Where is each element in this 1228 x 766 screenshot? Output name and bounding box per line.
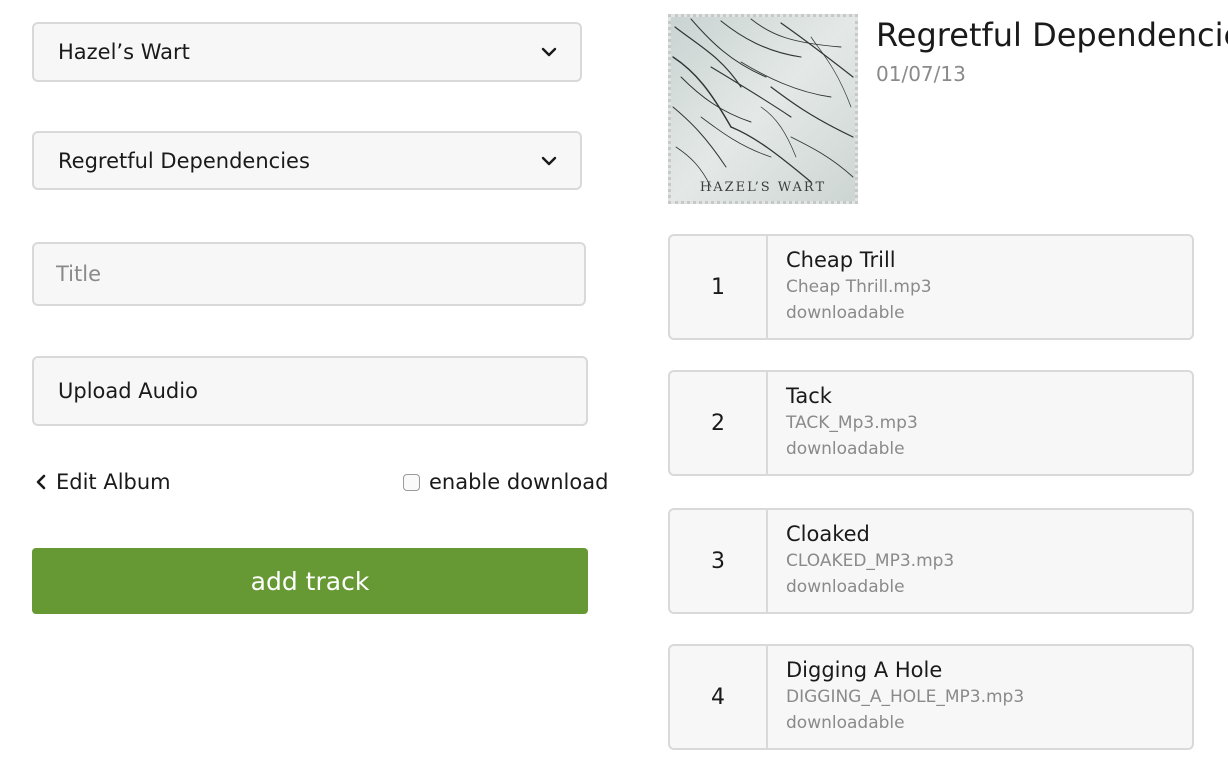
track-info: Tack TACK_Mp3.mp3 downloadable — [768, 372, 918, 474]
track-filename: CLOAKED_MP3.mp3 — [786, 551, 955, 571]
track-filename: TACK_Mp3.mp3 — [786, 413, 918, 433]
track-row[interactable]: 4 Digging A Hole DIGGING_A_HOLE_MP3.mp3 … — [668, 644, 1194, 750]
track-row[interactable]: 1 Cheap Trill Cheap Thrill.mp3 downloada… — [668, 234, 1194, 340]
album-date: 01/07/13 — [876, 62, 966, 86]
track-title: Tack — [786, 384, 832, 408]
artist-select[interactable]: Hazel’s Wart — [32, 22, 582, 82]
track-number: 4 — [670, 646, 768, 748]
track-download-status: downloadable — [786, 577, 905, 597]
track-filename: DIGGING_A_HOLE_MP3.mp3 — [786, 687, 1025, 707]
track-title: Cheap Trill — [786, 248, 896, 272]
track-filename: Cheap Thrill.mp3 — [786, 277, 932, 297]
track-number: 2 — [670, 372, 768, 474]
track-number: 1 — [670, 236, 768, 338]
track-info: Cheap Trill Cheap Thrill.mp3 downloadabl… — [768, 236, 932, 338]
track-title: Cloaked — [786, 522, 870, 546]
album-select-value: Regretful Dependencies — [58, 148, 310, 173]
chevron-down-icon — [541, 47, 557, 57]
track-row[interactable]: 3 Cloaked CLOAKED_MP3.mp3 downloadable — [668, 508, 1194, 614]
track-info: Cloaked CLOAKED_MP3.mp3 downloadable — [768, 510, 954, 612]
album-cover-art — [671, 17, 855, 201]
enable-download-option: enable download — [403, 468, 608, 496]
track-row[interactable]: 2 Tack TACK_Mp3.mp3 downloadable — [668, 370, 1194, 476]
artist-select-value: Hazel’s Wart — [58, 40, 190, 64]
chevron-down-icon — [541, 156, 557, 165]
enable-download-label: enable download — [429, 470, 609, 494]
album-cover-image: HAZEL’S WART — [668, 14, 858, 204]
track-download-status: downloadable — [786, 439, 905, 459]
track-download-status: downloadable — [786, 713, 905, 733]
track-info: Digging A Hole DIGGING_A_HOLE_MP3.mp3 do… — [768, 646, 1024, 748]
album-title: Regretful Dependencies — [876, 16, 1228, 54]
chevron-left-icon — [36, 474, 46, 490]
track-number: 3 — [670, 510, 768, 612]
edit-album-label: Edit Album — [56, 470, 171, 494]
track-download-status: downloadable — [786, 303, 905, 323]
title-field — [32, 242, 586, 306]
title-input[interactable] — [54, 261, 564, 287]
album-select[interactable]: Regretful Dependencies — [32, 131, 582, 190]
add-track-label: add track — [250, 566, 370, 596]
add-track-button[interactable]: add track — [32, 548, 588, 614]
edit-album-link[interactable]: Edit Album — [34, 468, 171, 496]
upload-audio-label: Upload Audio — [58, 379, 198, 403]
enable-download-checkbox[interactable] — [403, 473, 420, 491]
upload-audio-button[interactable]: Upload Audio — [32, 356, 588, 426]
track-title: Digging A Hole — [786, 658, 943, 682]
album-cover-text: HAZEL’S WART — [699, 180, 827, 195]
